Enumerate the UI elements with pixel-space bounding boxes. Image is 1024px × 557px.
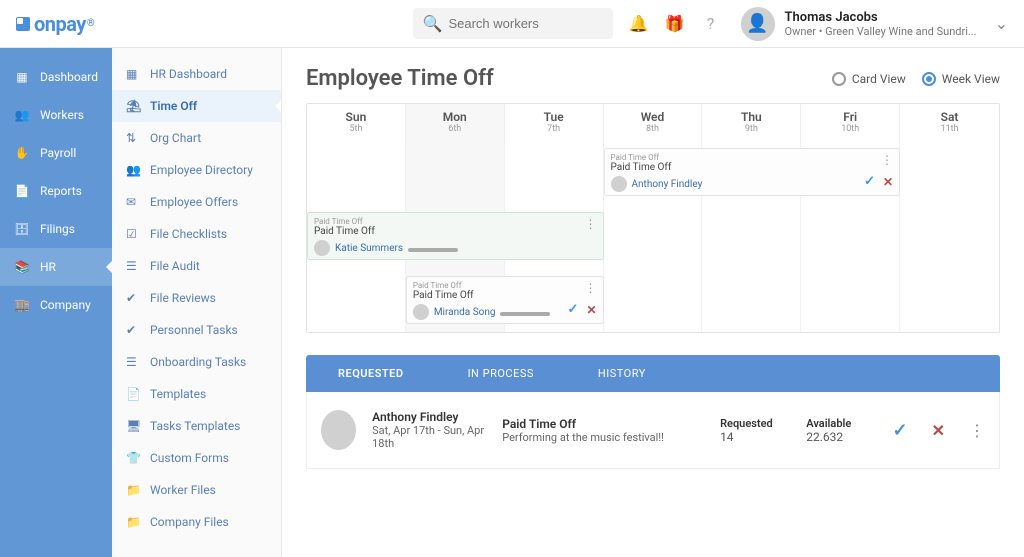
day-header: Sun5th — [307, 104, 406, 142]
request-tabs: REQUESTED IN PROCESS HISTORY — [306, 355, 1000, 392]
workers-icon: 👥 — [14, 108, 30, 122]
day-header: Tue7th — [505, 104, 604, 142]
available-value: 22.632 — [806, 430, 876, 444]
sub-item-custom-forms[interactable]: 👕Custom Forms — [112, 442, 281, 474]
day-header-today: Mon6th — [406, 104, 505, 142]
requested-value: 14 — [720, 430, 790, 444]
day-header: Wed8th — [604, 104, 703, 142]
approve-icon[interactable]: ✓ — [864, 174, 875, 189]
tab-in-process[interactable]: IN PROCESS — [436, 355, 566, 392]
page-title: Employee Time Off — [306, 66, 494, 91]
sidebar-item-payroll[interactable]: ✋Payroll — [0, 134, 112, 172]
search-icon: 🔍 — [423, 14, 443, 33]
reports-icon: 📄 — [14, 184, 30, 198]
sub-item-tasks-templates[interactable]: 🖥Tasks Templates — [112, 410, 281, 442]
sidebar-item-workers[interactable]: 👥Workers — [0, 96, 112, 134]
avatar — [321, 410, 356, 450]
brand-name: onpay — [34, 12, 86, 36]
dashboard-icon: ▦ — [14, 70, 30, 84]
sub-sidebar: ▦HR Dashboard ⛱Time Off ⇅Org Chart 👥Empl… — [112, 48, 282, 557]
sub-item-company-files[interactable]: 📁Company Files — [112, 506, 281, 538]
requested-label: Requested — [720, 417, 790, 430]
kebab-icon[interactable]: ⋮ — [585, 217, 597, 231]
kebab-icon[interactable]: ⋮ — [585, 281, 597, 295]
day-header: Fri10th — [801, 104, 900, 142]
search-input[interactable] — [448, 16, 602, 31]
main-content: Employee Time Off Card View Week View Su… — [282, 48, 1024, 557]
brand-logo[interactable]: onpay® — [16, 12, 94, 36]
available-label: Available — [806, 417, 876, 430]
sub-item-templates[interactable]: 📄Templates — [112, 378, 281, 410]
request-type: Paid Time Off — [502, 417, 704, 431]
filings-icon: 🗄 — [14, 222, 30, 236]
deny-icon[interactable]: ✕ — [586, 303, 596, 317]
day-header: Thu9th — [702, 104, 801, 142]
deny-icon[interactable]: ✕ — [883, 175, 893, 189]
sub-item-file-checklists[interactable]: ☑File Checklists — [112, 218, 281, 250]
sub-item-employee-directory[interactable]: 👥Employee Directory — [112, 154, 281, 186]
help-icon[interactable]: ? — [693, 6, 729, 42]
tab-requested[interactable]: REQUESTED — [306, 355, 436, 392]
notifications-icon[interactable]: 🔔 — [621, 6, 657, 42]
user-name: Thomas Jacobs — [785, 10, 977, 25]
avatar: 👤 — [741, 7, 775, 41]
request-note: Performing at the music festival!! — [502, 431, 704, 444]
week-view-option[interactable]: Week View — [922, 72, 1000, 86]
sub-item-file-audit[interactable]: ☰File Audit — [112, 250, 281, 282]
kebab-icon[interactable]: ⋮ — [881, 153, 893, 167]
deny-button[interactable]: ✕ — [932, 421, 945, 440]
sub-item-file-reviews[interactable]: ✔File Reviews — [112, 282, 281, 314]
sub-item-org-chart[interactable]: ⇅Org Chart — [112, 122, 281, 154]
sidebar-item-hr[interactable]: 📚HR — [0, 248, 112, 286]
search-box[interactable]: 🔍 — [413, 8, 613, 39]
sub-item-onboarding-tasks[interactable]: ☰Onboarding Tasks — [112, 346, 281, 378]
tab-history[interactable]: HISTORY — [566, 355, 678, 392]
avatar-icon — [413, 304, 429, 320]
company-icon: 🏬 — [14, 298, 30, 312]
sub-item-worker-files[interactable]: 📁Worker Files — [112, 474, 281, 506]
payroll-icon: ✋ — [14, 146, 30, 160]
user-role: Owner • Green Valley Wine and Sundri... — [785, 25, 977, 38]
timeoff-event-anthony[interactable]: Paid Time Off Paid Time Off Anthony Find… — [604, 148, 901, 196]
more-icon[interactable]: ⋮ — [969, 421, 985, 440]
approve-icon[interactable]: ✓ — [568, 302, 579, 317]
timeoff-event-katie[interactable]: Paid Time Off Paid Time Off Katie Summer… — [307, 212, 604, 260]
sub-item-time-off[interactable]: ⛱Time Off — [112, 90, 281, 122]
request-dates: Sat, Apr 17th - Sun, Apr 18th — [372, 424, 486, 450]
main-sidebar: ▦Dashboard 👥Workers ✋Payroll 📄Reports 🗄F… — [0, 48, 112, 557]
avatar-icon — [314, 240, 330, 256]
radio-icon — [832, 72, 846, 86]
sidebar-item-company[interactable]: 🏬Company — [0, 286, 112, 324]
timeoff-event-miranda[interactable]: Paid Time Off Paid Time Off Miranda Song… — [406, 276, 604, 324]
sub-item-personnel-tasks[interactable]: ✔Personnel Tasks — [112, 314, 281, 346]
sub-item-hr-dashboard[interactable]: ▦HR Dashboard — [112, 58, 281, 90]
approve-button[interactable]: ✓ — [893, 420, 908, 441]
sidebar-item-reports[interactable]: 📄Reports — [0, 172, 112, 210]
user-menu[interactable]: 👤 Thomas Jacobs Owner • Green Valley Win… — [741, 7, 1008, 41]
sub-item-employee-offers[interactable]: ✉Employee Offers — [112, 186, 281, 218]
hr-icon: 📚 — [14, 260, 30, 274]
chevron-down-icon: ⌄ — [995, 14, 1008, 33]
avatar-icon — [611, 176, 627, 192]
radio-checked-icon — [922, 72, 936, 86]
sidebar-item-filings[interactable]: 🗄Filings — [0, 210, 112, 248]
logo-icon — [16, 17, 30, 31]
week-calendar: Sun5th Mon6th Tue7th Wed8th Thu9th Fri10… — [306, 103, 1000, 333]
sidebar-item-dashboard[interactable]: ▦Dashboard — [0, 58, 112, 96]
request-row: Anthony Findley Sat, Apr 17th - Sun, Apr… — [306, 392, 1000, 469]
day-header: Sat11th — [900, 104, 999, 142]
card-view-option[interactable]: Card View — [832, 72, 906, 86]
request-employee-name: Anthony Findley — [372, 410, 486, 424]
app-header: onpay® 🔍 🔔 🎁 ? 👤 Thomas Jacobs Owner • G… — [0, 0, 1024, 48]
gift-icon[interactable]: 🎁 — [657, 6, 693, 42]
view-toggle: Card View Week View — [832, 72, 1000, 86]
